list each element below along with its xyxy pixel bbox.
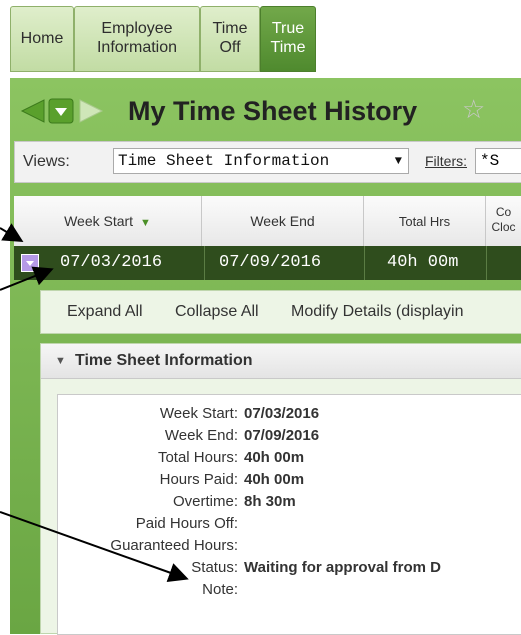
- field-label: Hours Paid:: [159, 471, 238, 488]
- field-label: Guaranteed Hours:: [110, 537, 238, 554]
- expand-all-link[interactable]: Expand All: [67, 303, 143, 321]
- field-value: Waiting for approval from D: [244, 559, 441, 576]
- title-bar: My Time Sheet History ☆: [20, 90, 521, 134]
- tab-time-off[interactable]: Time Off: [200, 6, 260, 72]
- field-label: Note:: [202, 581, 238, 598]
- cell-compare-clock: [486, 246, 521, 280]
- column-week-start[interactable]: Week Start ▼: [14, 196, 202, 246]
- forward-arrow-icon[interactable]: [78, 99, 104, 123]
- field-value: 40h 00m: [244, 471, 305, 488]
- table-row[interactable]: 07/03/2016 07/09/2016 40h 00m: [14, 246, 521, 280]
- field-value: 07/09/2016: [244, 427, 320, 444]
- column-total-hrs-label: Total Hrs: [398, 214, 451, 229]
- tab-true-time[interactable]: True Time: [260, 6, 316, 72]
- field-label: Week End:: [164, 427, 238, 444]
- field-value: 07/03/2016: [244, 405, 320, 422]
- tab-true-time-label-2: Time: [270, 39, 306, 56]
- tab-employee-information[interactable]: Employee Information: [74, 6, 200, 72]
- section-title: Time Sheet Information: [75, 352, 253, 369]
- field-label: Paid Hours Off:: [135, 515, 238, 532]
- tab-true-time-label-1: True: [271, 20, 305, 37]
- back-arrow-icon[interactable]: [20, 99, 46, 123]
- tab-employee-label-1: Employee: [101, 20, 173, 37]
- main-nav: Home Employee Information Time Off True …: [10, 6, 510, 72]
- chevron-down-icon: ▼: [394, 154, 402, 168]
- sort-desc-icon: ▼: [136, 217, 151, 229]
- field-value: 8h 30m: [244, 493, 296, 510]
- views-bar: Views: Time Sheet Information ▼ Filters:…: [14, 141, 521, 183]
- actions-bar: Expand All Collapse All Modify Details (…: [40, 290, 521, 334]
- page-title: My Time Sheet History: [128, 96, 418, 126]
- expand-toggle-icon[interactable]: [21, 254, 39, 272]
- column-week-end[interactable]: Week End: [202, 196, 364, 246]
- collapse-all-link[interactable]: Collapse All: [175, 303, 259, 321]
- field-value: 40h 00m: [244, 449, 305, 466]
- tab-home[interactable]: Home: [10, 6, 74, 72]
- cell-week-end: 07/09/2016: [204, 246, 364, 280]
- tab-home-label: Home: [20, 30, 64, 47]
- views-selected-value: Time Sheet Information: [118, 152, 330, 170]
- dropdown-nav-icon[interactable]: [48, 98, 74, 124]
- modify-details-link[interactable]: Modify Details (displayin: [291, 303, 464, 321]
- tab-employee-label-2: Information: [96, 39, 178, 56]
- field-label: Status:: [191, 559, 238, 576]
- views-select[interactable]: Time Sheet Information ▼: [113, 148, 409, 174]
- field-label: Week Start:: [159, 405, 238, 422]
- cell-week-start: 07/03/2016: [60, 253, 163, 272]
- tab-time-off-label-1: Time: [212, 20, 248, 37]
- field-label: Overtime:: [172, 493, 238, 510]
- column-week-start-label: Week Start: [64, 213, 134, 229]
- table-header: Week Start ▼ Week End Total Hrs Co Cloc: [14, 196, 521, 247]
- section-body: Week Start: 07/03/2016 Week End: 07/09/2…: [57, 394, 521, 635]
- column-compare-clock[interactable]: Co Cloc: [486, 196, 521, 246]
- filters-input[interactable]: *S: [475, 148, 521, 174]
- collapse-triangle-icon: ▼: [55, 355, 66, 367]
- time-sheet-section: ▼ Time Sheet Information Week Start: 07/…: [40, 343, 521, 635]
- section-header[interactable]: ▼ Time Sheet Information: [41, 344, 521, 379]
- field-label: Total Hours:: [157, 449, 238, 466]
- views-label: Views:: [23, 153, 70, 170]
- favorite-star-icon[interactable]: ☆: [462, 94, 485, 125]
- filters-link[interactable]: Filters:: [425, 153, 467, 169]
- cell-total-hrs: 40h 00m: [364, 246, 486, 280]
- column-total-hrs[interactable]: Total Hrs: [364, 196, 486, 246]
- tab-time-off-label-2: Off: [219, 39, 241, 56]
